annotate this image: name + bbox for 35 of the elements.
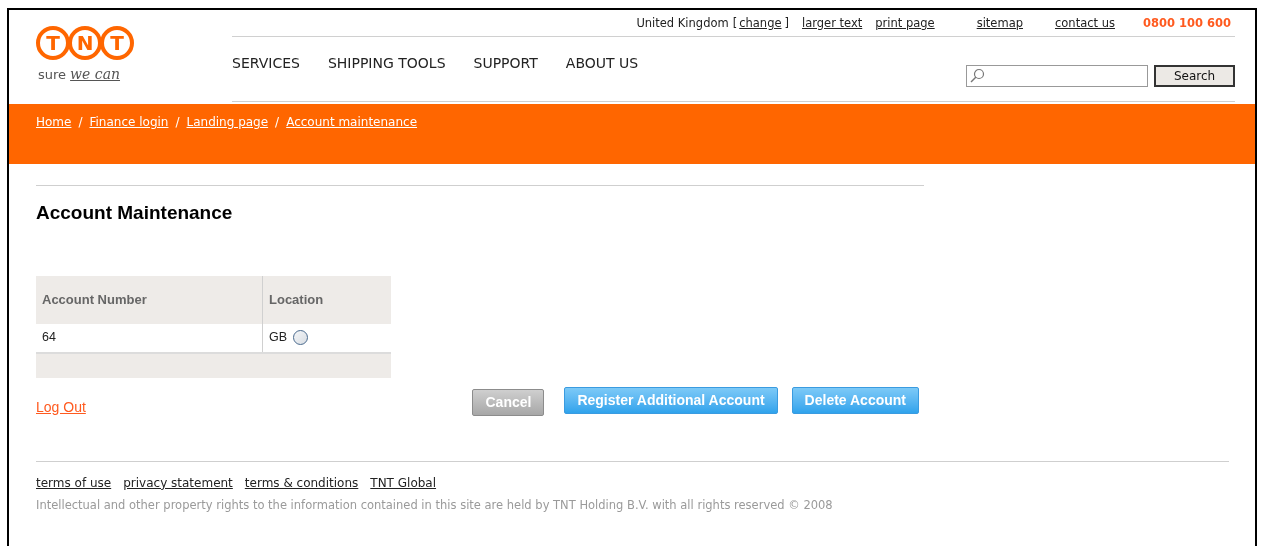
page-title: Account Maintenance <box>36 201 234 225</box>
table-cell-text: GB <box>269 329 288 347</box>
breadcrumb-separator: / <box>175 114 180 131</box>
footer-link[interactable]: TNT Global <box>370 473 437 492</box>
logo-letter: T <box>100 26 134 60</box>
nav-link[interactable]: SUPPORT <box>473 52 538 74</box>
nav-link[interactable]: ABOUT US <box>565 52 639 74</box>
column-header: Location <box>268 290 325 309</box>
tagline-script: we can <box>70 65 120 84</box>
breadcrumb-separator: / <box>78 114 83 131</box>
nav-link[interactable]: SERVICES <box>232 52 300 74</box>
footer-link[interactable]: terms of use <box>36 473 112 492</box>
logo-letter: T <box>36 26 70 60</box>
search-button[interactable]: Search <box>1154 65 1235 87</box>
utility-link[interactable]: contact us <box>1055 14 1115 33</box>
utility-link[interactable]: print page <box>875 14 935 33</box>
footer-link[interactable]: terms & conditions <box>244 473 359 492</box>
change-link[interactable]: change <box>739 14 782 33</box>
search-field[interactable] <box>966 65 1148 87</box>
country-label: United Kingdom <box>636 14 729 32</box>
column-header: Account Number <box>36 275 263 324</box>
phone-number: 0800 100 600 <box>1142 14 1231 32</box>
table-cell: 64 <box>36 323 263 352</box>
radio-button[interactable] <box>293 330 309 345</box>
tagline: sure <box>38 66 67 84</box>
utility-link[interactable]: sitemap <box>976 14 1023 33</box>
bracket: ] <box>784 14 789 32</box>
breadcrumb-separator: / <box>275 114 280 131</box>
utility-link[interactable]: larger text <box>802 14 863 33</box>
bracket: [ <box>732 14 738 32</box>
copyright-text: Intellectual and other property rights to the information contained in this site are held by TNT Holding B.V. with all rights reserved © 2008 <box>36 496 834 514</box>
footer-link[interactable]: privacy statement <box>123 473 233 492</box>
logo-letter: N <box>68 26 102 60</box>
nav-link[interactable]: SHIPPING TOOLS <box>327 52 446 74</box>
search-icon <box>969 68 985 84</box>
